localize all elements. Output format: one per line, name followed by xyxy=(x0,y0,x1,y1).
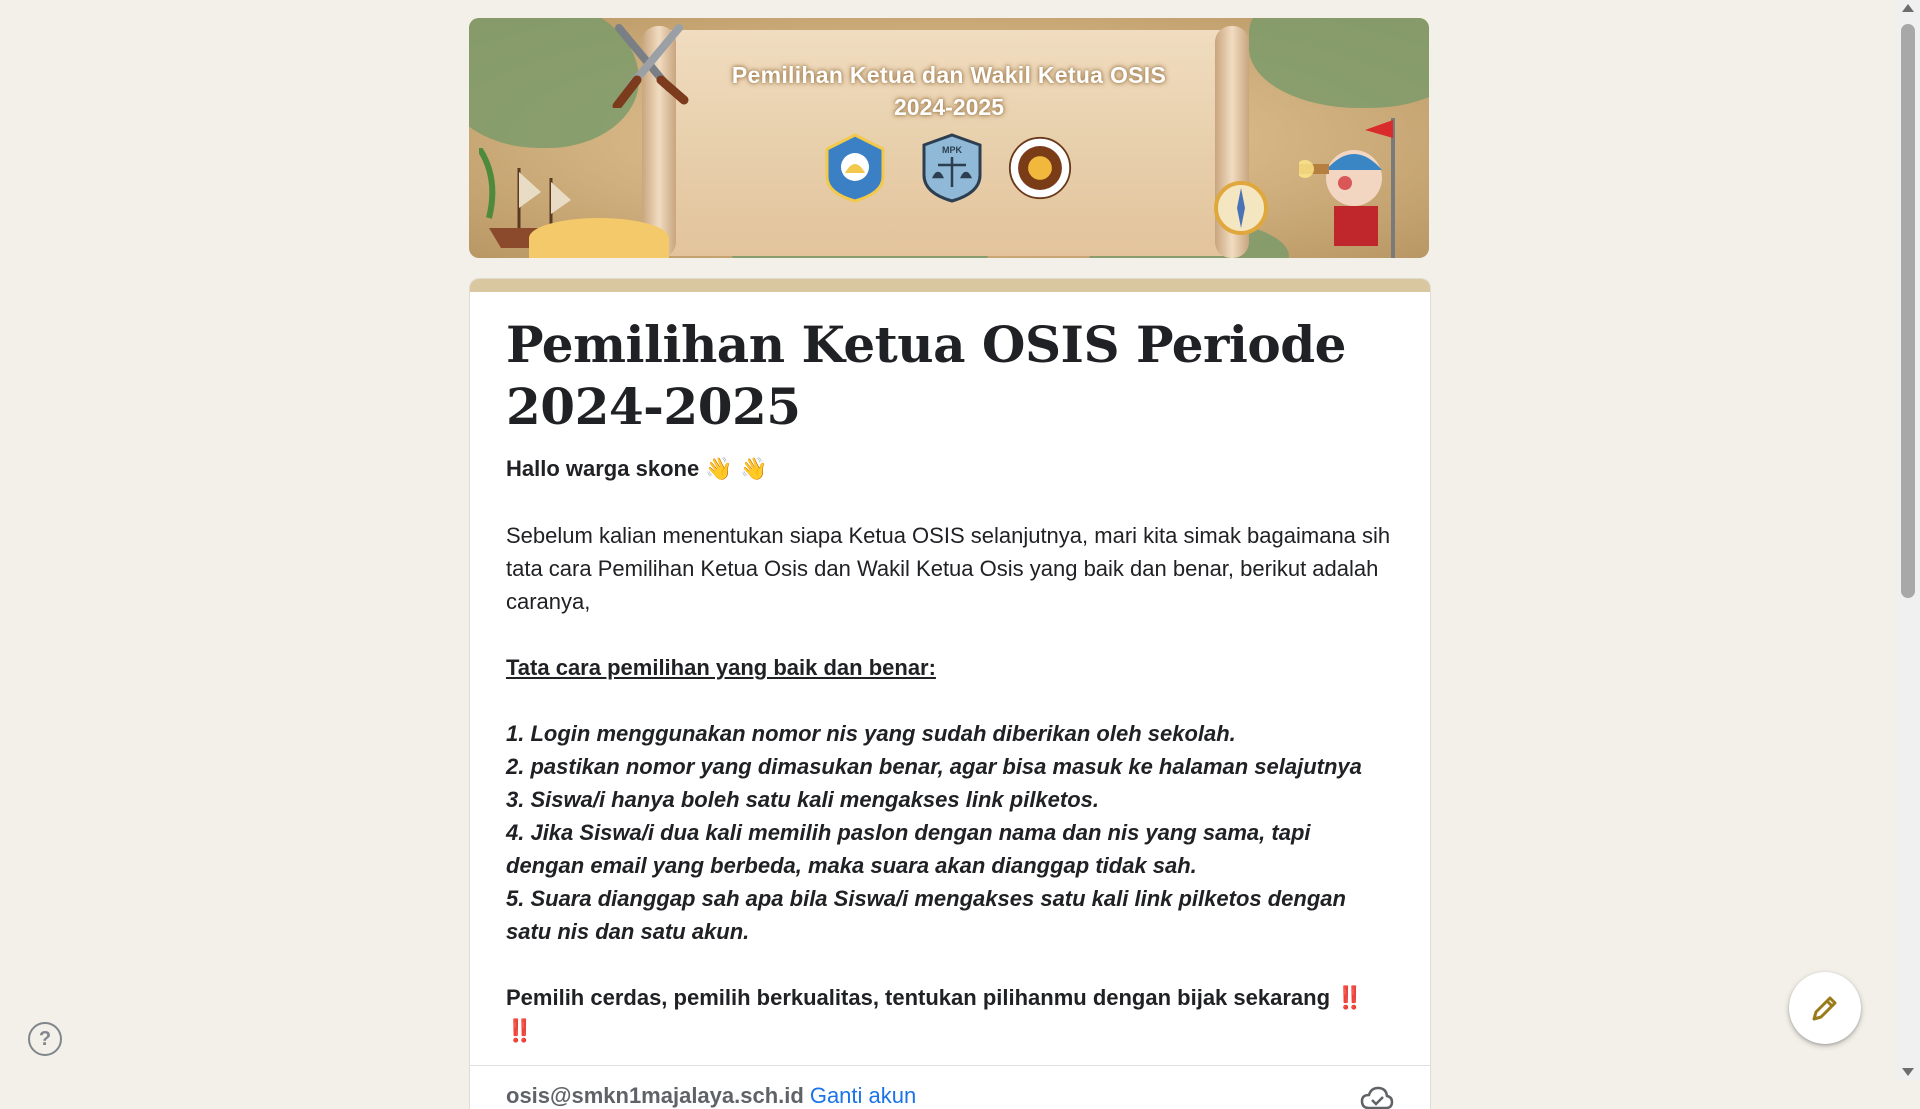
rule-item: 1. Login menggunakan nomor nis yang suda… xyxy=(506,721,1236,746)
help-button[interactable]: ? xyxy=(28,1022,62,1056)
form-header-card: Pemilihan Ketua OSIS Periode 2024-2025 H… xyxy=(469,278,1431,1109)
school-logo-icon xyxy=(1008,136,1072,200)
banner-title-line2: 2024-2025 xyxy=(894,94,1004,120)
vertical-scrollbar[interactable] xyxy=(1896,0,1920,1080)
rules-heading: Tata cara pemilihan yang baik dan benar: xyxy=(506,655,936,680)
form-description: Hallo warga skone 👋 👋 Sebelum kalian men… xyxy=(506,452,1394,1047)
compass-icon xyxy=(1214,181,1268,235)
form-title: Pemilihan Ketua OSIS Periode 2024-2025 xyxy=(506,315,1346,436)
svg-text:MPK: MPK xyxy=(942,145,963,155)
accent-bar xyxy=(470,279,1430,292)
osis-logo-icon xyxy=(825,133,885,203)
header-banner: Pemilihan Ketua dan Wakil Ketua OSIS 202… xyxy=(469,18,1429,258)
account-email: osis@smkn1majalaya.sch.id xyxy=(506,1083,804,1108)
scroll-thumb[interactable] xyxy=(1901,24,1915,598)
closing-text: Pemilih cerdas, pemilih berkualitas, ten… xyxy=(506,985,1331,1010)
waving-hand-icon: 👋 👋 xyxy=(705,457,768,482)
rule-item: 4. Jika Siswa/i dua kali memilih paslon … xyxy=(506,820,1311,878)
cloud-sync-icon xyxy=(1360,1086,1394,1109)
greeting: Hallo warga skone 👋 👋 xyxy=(506,452,1394,486)
rule-item: 3. Siswa/i hanya boleh satu kali mengaks… xyxy=(506,787,1100,812)
account-row: osis@smkn1majalaya.sch.id Ganti akun xyxy=(506,1066,1394,1109)
island-decoration xyxy=(529,218,669,258)
switch-account-link[interactable]: Ganti akun xyxy=(810,1083,916,1109)
intro-paragraph: Sebelum kalian menentukan siapa Ketua OS… xyxy=(506,523,1391,614)
help-icon: ? xyxy=(38,1028,52,1050)
closing-line: Pemilih cerdas, pemilih berkualitas, ten… xyxy=(506,981,1394,1047)
rule-item: 2. pastikan nomor yang dimasukan benar, … xyxy=(506,754,1362,779)
banner-title-line1: Pemilihan Ketua dan Wakil Ketua OSIS xyxy=(731,62,1167,88)
greeting-text: Hallo warga skone xyxy=(506,456,700,481)
form-container: Pemilihan Ketua dan Wakil Ketua OSIS 202… xyxy=(469,18,1431,1109)
pencil-icon xyxy=(1812,996,1837,1021)
pirate-character-icon xyxy=(1299,118,1395,258)
rule-item: 5. Suara dianggap sah apa bila Siswa/i m… xyxy=(506,886,1346,944)
scroll-up-arrow[interactable] xyxy=(1902,4,1914,12)
scroll-down-arrow[interactable] xyxy=(1902,1068,1914,1076)
edit-button[interactable] xyxy=(1789,972,1861,1044)
mpk-logo-icon: MPK xyxy=(922,133,982,203)
